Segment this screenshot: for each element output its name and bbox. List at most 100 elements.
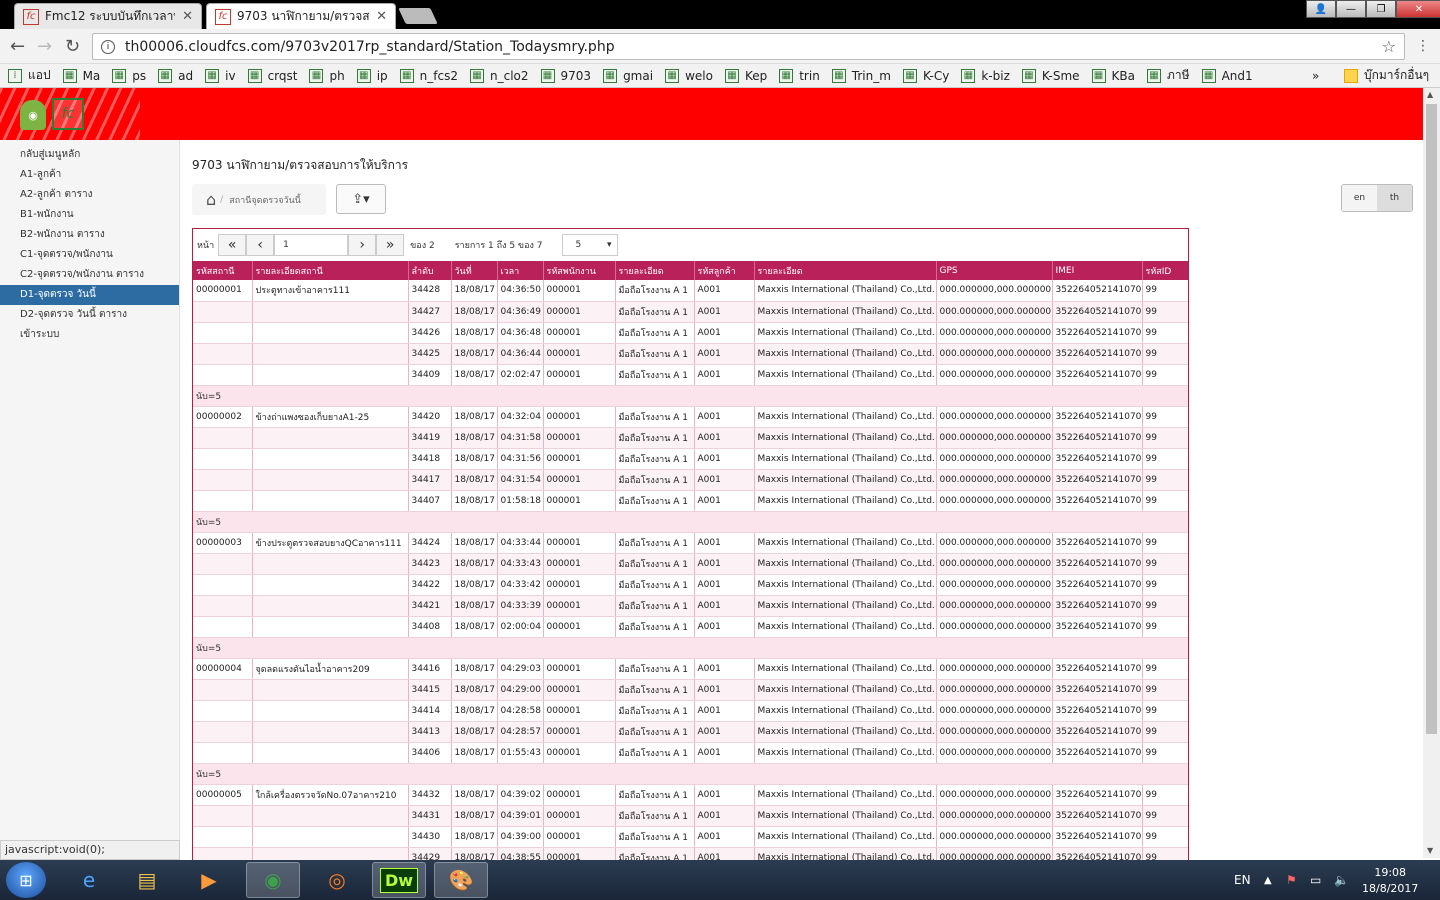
column-header[interactable]: รหัสลูกค้า [694, 261, 755, 280]
sidebar-item[interactable]: เข้าระบบ [0, 325, 179, 345]
taskbar-media-player[interactable]: ▶ [182, 862, 236, 898]
bookmark-item[interactable]: ▦ And1 [1201, 68, 1253, 83]
taskbar-dreamweaver[interactable]: Dw [372, 862, 426, 898]
table-row[interactable]: 34408 18/08/17 02:00:04 000001 มือถือโรงงาน … [193, 616, 1188, 638]
tray-expand-icon[interactable]: ▲ [1264, 860, 1272, 900]
next-page-button[interactable]: › [348, 234, 377, 256]
tab-9703[interactable]: fc 9703 นาฬิกายาม/ตรวจสอบ ✕ [206, 3, 396, 29]
user-icon[interactable]: 👤 [1306, 0, 1336, 18]
column-header[interactable]: รายละเอียดสถานี [252, 261, 409, 280]
table-row[interactable]: 34414 18/08/17 04:28:58 000001 มือถือโรงงาน … [193, 700, 1188, 722]
address-bar[interactable]: i th00006.cloudfcs.com/9703v2017rp_stand… [92, 33, 1405, 60]
close-window-button[interactable]: ✕ [1396, 0, 1440, 18]
column-header[interactable]: รหัสสถานี [193, 261, 253, 280]
last-page-button[interactable]: » [376, 234, 405, 256]
table-row[interactable]: 34413 18/08/17 04:28:57 000001 มือถือโรงงาน … [193, 721, 1188, 743]
taskbar-chrome[interactable]: ◉ [246, 862, 300, 898]
bookmark-item[interactable]: ▦ K-Cy [902, 68, 949, 83]
column-header[interactable]: วันที่ [451, 261, 498, 280]
taskbar-file-explorer[interactable]: ▤ [120, 862, 174, 898]
table-row[interactable]: 34431 18/08/17 04:39:01 000001 มือถือโรงงาน … [193, 805, 1188, 827]
bookmarks-more-button[interactable]: » [1312, 69, 1319, 83]
table-row[interactable]: 34409 18/08/17 02:02:47 000001 มือถือโรงงาน … [193, 364, 1188, 386]
bookmark-item[interactable]: ▦ Kep [724, 68, 767, 83]
lang-th-button[interactable]: th [1377, 185, 1412, 211]
close-tab-icon[interactable]: ✕ [376, 9, 387, 24]
bookmark-item[interactable]: ▦ K-Sme [1021, 68, 1080, 83]
star-icon[interactable]: ☆ [1382, 37, 1396, 56]
table-row[interactable]: 00000004 จุดลดแรงดันไอน้ำอาคาร209 34416 18/… [193, 658, 1188, 680]
column-header[interactable]: รายละเอียด [615, 261, 695, 280]
bookmark-item[interactable]: ▦ ad [158, 68, 193, 83]
bookmark-item[interactable]: ▦ ภาษี [1147, 66, 1190, 85]
back-arrow-icon[interactable]: ← [10, 36, 25, 57]
scroll-thumb[interactable] [1426, 104, 1437, 734]
tray-network-icon[interactable]: ▭ [1310, 860, 1321, 900]
table-row[interactable]: 34425 18/08/17 04:36:44 000001 มือถือโรงงาน … [193, 343, 1188, 365]
sidebar-item[interactable]: กลับสู่เมนูหลัก [0, 145, 179, 165]
prev-page-button[interactable]: ‹ [246, 234, 275, 256]
taskbar-paint[interactable]: 🎨 [434, 862, 488, 898]
page-input[interactable]: 1 [274, 234, 349, 256]
sidebar-item[interactable]: B1-พนักงาน [0, 205, 179, 225]
column-header[interactable]: IMEI [1052, 261, 1143, 280]
bookmark-item[interactable]: ⁞ แอป [8, 66, 51, 85]
table-row[interactable]: 34407 18/08/17 01:58:18 000001 มือถือโรงงาน … [193, 490, 1188, 512]
table-row[interactable]: 34415 18/08/17 04:29:00 000001 มือถือโรงงาน … [193, 679, 1188, 701]
bookmark-item[interactable]: ▦ iv [205, 68, 236, 83]
bookmark-item[interactable]: ▦ ps [112, 68, 146, 83]
table-row[interactable]: 00000002 ข้างถ่าแพงซองเก็บยางA1-25 34420 18… [193, 406, 1188, 428]
table-row[interactable]: 34430 18/08/17 04:39:00 000001 มือถือโรงงาน … [193, 826, 1188, 848]
bookmark-item[interactable]: ▦ Ma [62, 68, 100, 83]
tray-clock[interactable]: 19:08 18/8/2017 [1362, 865, 1418, 897]
column-header[interactable]: GPS [936, 261, 1053, 280]
column-header[interactable]: ลำดับ [408, 261, 452, 280]
table-row[interactable]: 34427 18/08/17 04:36:49 000001 มือถือโรงงาน … [193, 301, 1188, 323]
new-tab-button[interactable] [398, 8, 438, 24]
column-header[interactable]: รหัสพนักงาน [543, 261, 616, 280]
minimize-button[interactable]: — [1336, 0, 1366, 18]
tab-fmc12[interactable]: fc Fmc12 ระบบบันทึกเวลาพนั ✕ [14, 3, 202, 29]
sidebar-item[interactable]: A2-ลูกค้า ตาราง [0, 185, 179, 205]
menu-icon[interactable]: ⋮ [1416, 38, 1430, 54]
info-icon[interactable]: i [101, 39, 115, 54]
bookmark-item[interactable]: ▦ n_fcs2 [399, 68, 458, 83]
bookmark-item[interactable]: ▦ KBa [1091, 68, 1135, 83]
bookmark-item[interactable]: ▦ crqst [247, 68, 297, 83]
tray-volume-icon[interactable]: 🔈 [1334, 860, 1349, 900]
sidebar-item[interactable]: D2-จุดตรวจ วันนี้ ตาราง [0, 305, 179, 325]
bookmark-item[interactable]: ▦ k-biz [961, 68, 1010, 83]
table-row[interactable]: 34417 18/08/17 04:31:54 000001 มือถือโรงงาน … [193, 469, 1188, 491]
page-scrollbar[interactable]: ▲ ▼ [1423, 88, 1440, 858]
close-tab-icon[interactable]: ✕ [182, 9, 193, 24]
table-row[interactable]: 00000003 ข้างประตูตรวจสอบยางQCอาคาร111 344… [193, 532, 1188, 554]
sidebar-item[interactable]: C2-จุดตรวจ/พนักงาน ตาราง [0, 265, 179, 285]
sidebar-item[interactable]: A1-ลูกค้า [0, 165, 179, 185]
taskbar-firefox[interactable]: ◎ [310, 862, 364, 898]
column-header[interactable]: รายละเอียด [754, 261, 937, 280]
bookmark-item[interactable]: ▦ welo [665, 68, 713, 83]
tray-lang[interactable]: EN [1234, 860, 1251, 900]
table-row[interactable]: 34426 18/08/17 04:36:48 000001 มือถือโรงงาน … [193, 322, 1188, 344]
other-bookmarks-folder[interactable]: บุ๊กมาร์กอื่นๆ [1344, 66, 1429, 85]
maximize-button[interactable]: ❐ [1366, 0, 1396, 18]
bookmark-item[interactable]: ▦ ph [309, 68, 345, 83]
scroll-down-icon[interactable]: ▼ [1427, 846, 1433, 855]
lang-en-button[interactable]: en [1342, 185, 1377, 211]
bookmark-item[interactable]: ▦ n_clo2 [470, 68, 529, 83]
table-row[interactable]: 34421 18/08/17 04:33:39 000001 มือถือโรงงาน … [193, 595, 1188, 617]
bookmark-item[interactable]: ▦ Trin_m [831, 68, 891, 83]
reload-icon[interactable]: ↻ [65, 36, 80, 57]
column-header[interactable]: เวลา [497, 261, 544, 280]
sidebar-item[interactable]: D1-จุดตรวจ วันนี้ [0, 285, 179, 305]
page-size-select[interactable]: 5 ▾ [562, 234, 619, 256]
first-page-button[interactable]: « [218, 234, 247, 256]
sidebar-item[interactable]: B2-พนักงาน ตาราง [0, 225, 179, 245]
sidebar-item[interactable]: C1-จุดตรวจ/พนักงาน [0, 245, 179, 265]
bookmark-item[interactable]: ▦ ip [356, 68, 388, 83]
scroll-up-icon[interactable]: ▲ [1427, 90, 1433, 99]
bookmark-item[interactable]: ▦ trin [779, 68, 820, 83]
table-row[interactable]: 34419 18/08/17 04:31:58 000001 มือถือโรงงาน … [193, 427, 1188, 449]
table-row[interactable]: 34423 18/08/17 04:33:43 000001 มือถือโรงงาน … [193, 553, 1188, 575]
start-button[interactable]: ⊞ [6, 862, 46, 898]
